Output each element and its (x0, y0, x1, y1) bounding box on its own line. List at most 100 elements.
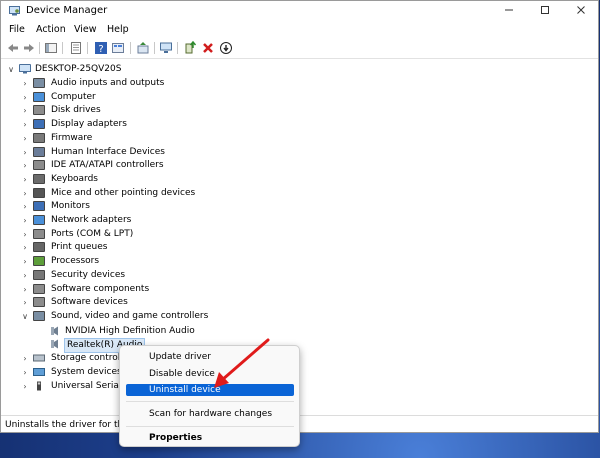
maximize-button[interactable] (527, 1, 563, 21)
chevron-right-icon[interactable]: › (21, 77, 29, 90)
chevron-right-icon[interactable]: › (21, 255, 29, 268)
chevron-right-icon[interactable]: › (21, 380, 29, 393)
device-category-icon (33, 310, 45, 321)
menu-action[interactable]: Action (36, 24, 66, 35)
close-icon (577, 6, 585, 14)
disable-device-icon[interactable] (219, 41, 233, 55)
toolbar: ? (1, 39, 598, 59)
chevron-right-icon[interactable]: › (21, 91, 29, 104)
action-icon[interactable] (136, 41, 150, 55)
forward-arrow-icon[interactable] (22, 41, 36, 55)
back-arrow-icon[interactable] (6, 41, 20, 55)
tree-item-category[interactable]: › Mice and other pointing devices (21, 187, 261, 200)
tree-item-category[interactable]: › Network adapters (21, 214, 261, 227)
show-hide-tree-icon[interactable] (44, 41, 58, 55)
menu-bar: File Action View Help (1, 21, 598, 39)
chevron-right-icon[interactable]: › (21, 269, 29, 282)
chevron-right-icon[interactable]: › (21, 132, 29, 145)
chevron-right-icon[interactable]: › (21, 214, 29, 227)
uninstall-device-menu-item[interactable]: Uninstall device (126, 384, 294, 396)
device-category-icon (33, 187, 45, 198)
tree-item-storage-controllers[interactable]: › Storage controlle (21, 352, 131, 365)
tree-item-category[interactable]: › Firmware (21, 132, 261, 145)
tree-item-category[interactable]: › Human Interface Devices (21, 146, 261, 159)
tree-item-category[interactable]: › IDE ATA/ATAPI controllers (21, 159, 261, 172)
uninstall-x-icon[interactable] (201, 41, 215, 55)
update-driver-icon[interactable] (183, 41, 197, 55)
properties-icon[interactable] (69, 41, 83, 55)
tree-item-label: System devices (51, 367, 122, 377)
tree-root[interactable]: ∨ DESKTOP-25QV20S (7, 63, 207, 76)
tree-item-category[interactable]: ∨ Sound, video and game controllers (21, 310, 261, 323)
toolbar-separator (130, 42, 131, 54)
tree-item-category[interactable]: › Monitors (21, 200, 261, 213)
tree-item-category[interactable]: › Ports (COM & LPT) (21, 228, 261, 241)
tree-item-category[interactable]: › Disk drives (21, 104, 261, 117)
menu-separator (126, 401, 294, 402)
chevron-right-icon[interactable]: › (21, 283, 29, 296)
status-text: Uninstalls the driver for the s (5, 420, 137, 430)
tree-item-label: Ports (COM & LPT) (51, 228, 134, 239)
toolbar-separator (154, 42, 155, 54)
toolbar-separator (87, 42, 88, 54)
menu-view[interactable]: View (74, 24, 97, 35)
tree-item-category[interactable]: › Processors (21, 255, 261, 268)
device-category-icon (33, 91, 45, 102)
tree-item-label: Mice and other pointing devices (51, 187, 196, 198)
chevron-right-icon[interactable]: › (21, 118, 29, 131)
tree-item-category[interactable]: › Audio inputs and outputs (21, 77, 261, 90)
device-category-icon (33, 283, 45, 294)
tree-item-label: Security devices (51, 269, 126, 280)
chevron-right-icon[interactable]: › (21, 200, 29, 213)
tree-item-category[interactable]: › Display adapters (21, 118, 261, 131)
tree-item-label: Storage controlle (51, 353, 129, 363)
chevron-right-icon[interactable]: › (21, 146, 29, 159)
device-category-icon (33, 78, 45, 88)
tree-item-category[interactable]: › Keyboards (21, 173, 261, 186)
toolbar-separator (62, 42, 63, 54)
tree-item-category[interactable]: › Software components (21, 283, 261, 296)
chevron-right-icon[interactable]: › (21, 187, 29, 200)
device-category-icon (33, 160, 45, 171)
chevron-right-icon[interactable]: › (21, 159, 29, 172)
view-resources-icon[interactable] (111, 41, 125, 55)
menu-file[interactable]: File (9, 24, 25, 35)
tree-item-category[interactable]: › Security devices (21, 269, 261, 282)
chevron-right-icon[interactable]: › (21, 296, 29, 309)
tree-item-category[interactable]: › Software devices (21, 296, 261, 309)
speaker-icon (51, 339, 58, 349)
device-category-icon (33, 173, 45, 184)
tree-item-system-devices[interactable]: › System devices (21, 366, 131, 379)
tree-root-label: DESKTOP-25QV20S (35, 64, 122, 74)
chevron-right-icon[interactable]: › (21, 241, 29, 254)
device-category-icon (33, 256, 45, 267)
chevron-down-icon[interactable]: ∨ (7, 63, 15, 76)
menu-help[interactable]: Help (107, 24, 129, 35)
chevron-down-icon[interactable]: ∨ (21, 310, 29, 323)
tree-item-nvidia-audio[interactable]: NVIDIA High Definition Audio (37, 325, 237, 338)
close-button[interactable] (563, 1, 598, 21)
properties-menu-item[interactable]: Properties (126, 432, 294, 444)
scan-hardware-icon[interactable] (159, 41, 173, 55)
chevron-right-icon[interactable]: › (21, 104, 29, 117)
chevron-right-icon[interactable]: › (21, 173, 29, 186)
chevron-right-icon[interactable]: › (21, 366, 29, 379)
tree-item-label: Disk drives (51, 105, 101, 116)
speaker-icon (51, 326, 58, 336)
tree-item-category[interactable]: › Computer (21, 91, 261, 104)
chevron-right-icon[interactable]: › (21, 228, 29, 241)
minimize-icon (505, 9, 513, 11)
scan-hardware-menu-item[interactable]: Scan for hardware changes (126, 408, 294, 420)
disable-device-menu-item[interactable]: Disable device (126, 368, 294, 380)
tree-item-usb[interactable]: › Universal Serial B (21, 380, 131, 393)
help-icon[interactable]: ? (94, 41, 108, 55)
chevron-right-icon[interactable]: › (21, 352, 29, 365)
device-category-icon (33, 105, 45, 116)
tree-item-category[interactable]: › Print queues (21, 241, 261, 254)
device-category-icon (33, 132, 45, 143)
window-title: Device Manager (26, 5, 108, 16)
context-menu: Update driver Disable device Uninstall d… (119, 345, 300, 447)
minimize-button[interactable] (491, 1, 527, 21)
menu-item-label: Update driver (149, 352, 211, 362)
update-driver-menu-item[interactable]: Update driver (126, 351, 294, 363)
